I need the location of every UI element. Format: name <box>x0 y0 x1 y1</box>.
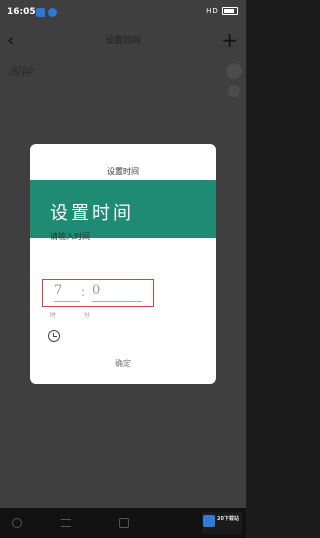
watermark-logo-icon <box>203 515 215 527</box>
hour-input[interactable]: 7 <box>54 283 80 302</box>
minute-input[interactable]: 0 <box>92 283 142 302</box>
watermark-text: 20下载站 <box>217 516 239 522</box>
dialog-title: 设置时间 <box>107 167 139 176</box>
nav-home-icon[interactable] <box>12 518 22 528</box>
minute-hint: 分 <box>84 312 91 319</box>
set-time-dialog: 设置时间 设置时间 请输入时间 7 : 0 时 分 确定 <box>30 144 216 384</box>
banner-text: 设置时间 <box>50 203 134 224</box>
time-separator: : <box>81 285 86 299</box>
app-screen: 16:05 HD ‹ 设置时间 + 闹钟 设置时间 设置时间 请输入时间 7 :… <box>0 0 246 538</box>
nav-overview-icon[interactable] <box>119 518 129 528</box>
hour-hint: 时 <box>50 312 57 319</box>
time-input-box: 7 : 0 <box>42 279 154 307</box>
nav-menu-icon[interactable] <box>61 519 71 527</box>
clock-icon[interactable] <box>48 330 60 342</box>
time-input-label: 请输入时间 <box>50 232 90 241</box>
ok-button[interactable]: 确定 <box>30 358 216 369</box>
dialog-banner: 设置时间 <box>30 180 216 238</box>
site-watermark: 20下载站 <box>202 512 242 534</box>
